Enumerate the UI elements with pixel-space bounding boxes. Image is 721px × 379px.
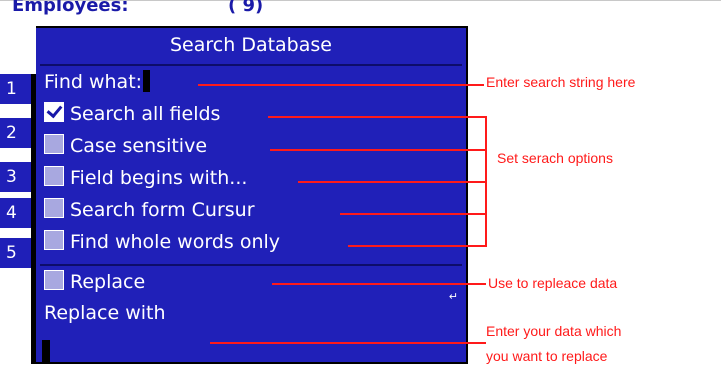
checkbox-icon[interactable]	[44, 230, 64, 250]
options-bracket	[485, 116, 487, 247]
row-number[interactable]: 3	[0, 162, 31, 192]
option-label: Search all fields	[70, 103, 221, 125]
find-pointer-line	[198, 84, 484, 86]
replace-with-pointer-line	[210, 342, 486, 344]
checkbox-icon[interactable]	[44, 134, 64, 154]
annotation-find: Enter search string here	[486, 74, 636, 90]
checkbox-checked-icon[interactable]	[44, 102, 64, 122]
option-find-whole-words[interactable]: Find whole words only	[44, 230, 280, 258]
annotation-replace-with-line2: you want to replace	[486, 348, 608, 364]
option-replace[interactable]: Replace	[44, 270, 145, 298]
title-divider	[40, 64, 462, 66]
find-what-field[interactable]: Find what:	[44, 70, 151, 98]
option-search-from-cursor[interactable]: Search form Cursur	[44, 198, 255, 226]
background-row-numbers: 1 2 3 4 5	[0, 74, 36, 364]
replace-pointer-line	[272, 283, 486, 285]
option-pointer-line	[340, 213, 486, 215]
replace-label: Replace	[70, 271, 146, 293]
dialog-title: Search Database	[170, 34, 332, 56]
search-database-dialog: Search Database Find what: Search all fi…	[36, 26, 468, 364]
option-pointer-line	[348, 245, 486, 247]
option-field-begins-with[interactable]: Field begins with...	[44, 166, 247, 194]
option-pointer-line	[270, 149, 486, 151]
checkbox-icon[interactable]	[44, 198, 64, 218]
text-cursor	[143, 70, 151, 92]
option-search-all-fields[interactable]: Search all fields	[44, 102, 220, 130]
option-case-sensitive[interactable]: Case sensitive	[44, 134, 207, 162]
row-number[interactable]: 2	[0, 118, 31, 148]
option-label: Case sensitive	[70, 135, 208, 157]
replace-with-input[interactable]	[42, 340, 50, 364]
row-number[interactable]: 5	[0, 238, 31, 268]
annotation-replace: Use to repleace data	[488, 275, 618, 291]
row-number[interactable]: 4	[0, 198, 31, 228]
header-count: ( 9)	[228, 0, 264, 16]
row-number[interactable]: 1	[0, 74, 31, 104]
replace-with-label: Replace with	[44, 302, 166, 324]
options-divider	[40, 264, 462, 266]
annotation-replace-with-line1: Enter your data which	[486, 323, 622, 339]
checkbox-icon[interactable]	[44, 270, 64, 290]
option-label: Search form Cursur	[70, 199, 255, 221]
option-label: Find whole words only	[70, 231, 281, 253]
find-what-label: Find what:	[44, 71, 143, 93]
background-header: Employees: ( 9)	[0, 0, 478, 22]
scroll-indicator-icon[interactable]: ↵	[449, 290, 458, 303]
option-pointer-line	[268, 116, 486, 118]
option-label: Field begins with...	[70, 167, 248, 189]
annotation-options: Set serach options	[497, 150, 613, 166]
checkbox-icon[interactable]	[44, 166, 64, 186]
header-title: Employees:	[12, 0, 129, 16]
option-pointer-line	[298, 181, 486, 183]
